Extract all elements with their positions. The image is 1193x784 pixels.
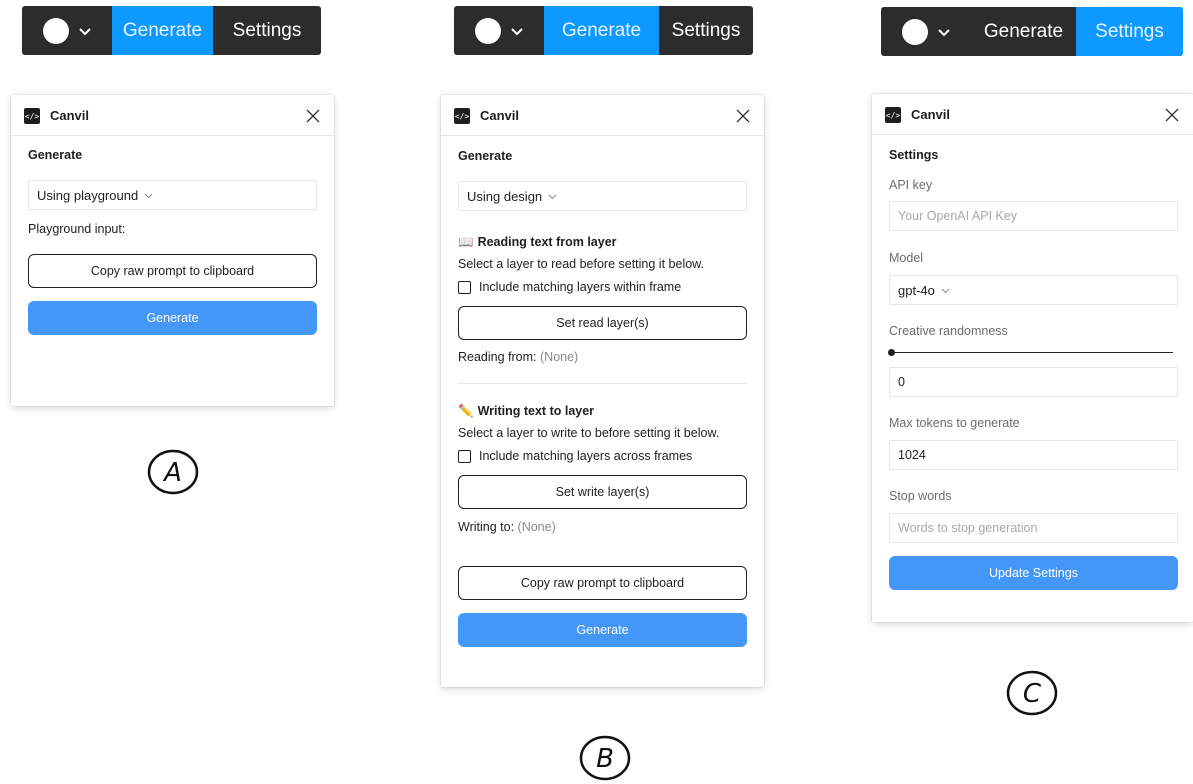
chevron-down-icon bbox=[548, 194, 557, 199]
avatar bbox=[901, 18, 928, 45]
set-read-layer-button[interactable]: Set read layer(s) bbox=[458, 306, 747, 340]
code-logo-icon: </> bbox=[454, 108, 470, 124]
close-icon[interactable] bbox=[734, 107, 752, 125]
read-instruction: Select a layer to read before setting it… bbox=[458, 257, 704, 271]
panel-header: </> Canvil bbox=[11, 95, 334, 136]
section-title: Generate bbox=[458, 149, 513, 163]
plugin-toolbar-b: Generate Settings bbox=[454, 6, 753, 55]
panel-title: Canvil bbox=[480, 108, 520, 123]
chevron-down-icon bbox=[510, 27, 523, 35]
checkbox-label: Include matching layers within frame bbox=[479, 280, 682, 294]
chevron-down-icon bbox=[937, 28, 950, 36]
tab-generate[interactable]: Generate bbox=[971, 7, 1076, 56]
write-include-matching-row[interactable]: Include matching layers across frames bbox=[458, 449, 692, 463]
tab-generate[interactable]: Generate bbox=[112, 6, 213, 55]
stop-words-label: Stop words bbox=[889, 489, 952, 503]
api-key-label: API key bbox=[889, 178, 933, 192]
randomness-value-input[interactable] bbox=[889, 367, 1178, 397]
write-include-checkbox[interactable] bbox=[458, 449, 471, 463]
book-icon: 📖 bbox=[458, 235, 474, 249]
reading-from-value: (None) bbox=[540, 350, 579, 364]
tab-settings[interactable]: Settings bbox=[659, 6, 753, 55]
code-logo-icon: </> bbox=[24, 108, 40, 124]
marker-letter: C bbox=[1023, 679, 1042, 709]
circled-label-b: B bbox=[579, 735, 631, 781]
panel-header: </> Canvil bbox=[872, 94, 1193, 135]
set-write-layer-button[interactable]: Set write layer(s) bbox=[458, 475, 747, 509]
panel-title: Canvil bbox=[911, 107, 951, 122]
plugin-panel-generate-playground: </> Canvil Generate Using playground Pla… bbox=[11, 95, 334, 406]
avatar bbox=[42, 17, 69, 44]
max-tokens-label: Max tokens to generate bbox=[889, 416, 1020, 430]
slider-thumb[interactable] bbox=[888, 349, 895, 356]
read-include-checkbox[interactable] bbox=[458, 280, 471, 294]
user-menu-button[interactable] bbox=[881, 7, 971, 56]
section-title: Generate bbox=[28, 148, 83, 162]
select-value: Using design bbox=[467, 188, 543, 204]
marker-letter: B bbox=[596, 744, 614, 774]
tab-settings[interactable]: Settings bbox=[1076, 7, 1183, 56]
writing-to-value: (None) bbox=[517, 520, 556, 534]
model-select[interactable]: gpt-4o bbox=[889, 275, 1178, 305]
user-menu-button[interactable] bbox=[454, 6, 544, 55]
code-logo-icon: </> bbox=[885, 107, 901, 123]
select-value: Using playground bbox=[37, 187, 139, 203]
close-icon[interactable] bbox=[1163, 106, 1181, 124]
write-section-title: ✏️ Writing text to layer bbox=[458, 404, 595, 418]
close-icon[interactable] bbox=[304, 107, 322, 125]
select-value: gpt-4o bbox=[898, 282, 935, 298]
write-instruction: Select a layer to write to before settin… bbox=[458, 426, 720, 440]
checkbox-label: Include matching layers across frames bbox=[479, 449, 693, 463]
pencil-icon: ✏️ bbox=[458, 404, 474, 418]
chevron-down-icon bbox=[941, 288, 950, 293]
section-title: Settings bbox=[889, 148, 939, 162]
source-select[interactable]: Using playground bbox=[28, 180, 317, 210]
reading-from-status: Reading from: (None) bbox=[458, 350, 579, 364]
panel-title: Canvil bbox=[50, 108, 90, 123]
circled-label-a: A bbox=[147, 449, 199, 495]
source-select[interactable]: Using design bbox=[458, 181, 747, 211]
chevron-down-icon bbox=[144, 193, 153, 198]
marker-letter: A bbox=[162, 458, 182, 488]
max-tokens-input[interactable] bbox=[889, 440, 1178, 470]
playground-input-label: Playground input: bbox=[28, 222, 126, 236]
plugin-panel-settings: </> Canvil Settings API key Model gpt-4o… bbox=[872, 94, 1193, 622]
randomness-slider[interactable] bbox=[889, 352, 1173, 353]
creative-randomness-label: Creative randomness bbox=[889, 324, 1008, 338]
circled-label-c: C bbox=[1006, 670, 1058, 716]
plugin-panel-generate-design: </> Canvil Generate Using design 📖 Readin… bbox=[441, 95, 764, 687]
model-label: Model bbox=[889, 251, 924, 265]
copy-prompt-button[interactable]: Copy raw prompt to clipboard bbox=[458, 566, 747, 600]
stop-words-input[interactable] bbox=[889, 513, 1178, 543]
chevron-down-icon bbox=[78, 27, 91, 35]
read-section-title: 📖 Reading text from layer bbox=[458, 235, 617, 249]
tab-generate[interactable]: Generate bbox=[544, 6, 659, 55]
generate-button[interactable]: Generate bbox=[458, 613, 747, 647]
section-divider bbox=[458, 383, 747, 384]
read-include-matching-row[interactable]: Include matching layers within frame bbox=[458, 280, 681, 294]
plugin-toolbar-a: Generate Settings bbox=[22, 6, 321, 55]
copy-prompt-button[interactable]: Copy raw prompt to clipboard bbox=[28, 254, 317, 288]
panel-header: </> Canvil bbox=[441, 95, 764, 136]
tab-settings[interactable]: Settings bbox=[213, 6, 321, 55]
writing-to-status: Writing to: (None) bbox=[458, 520, 556, 534]
generate-button[interactable]: Generate bbox=[28, 301, 317, 335]
api-key-input[interactable] bbox=[889, 201, 1178, 231]
user-menu-button[interactable] bbox=[22, 6, 112, 55]
plugin-toolbar-c: Generate Settings bbox=[881, 7, 1183, 56]
avatar bbox=[474, 17, 501, 44]
update-settings-button[interactable]: Update Settings bbox=[889, 556, 1178, 590]
